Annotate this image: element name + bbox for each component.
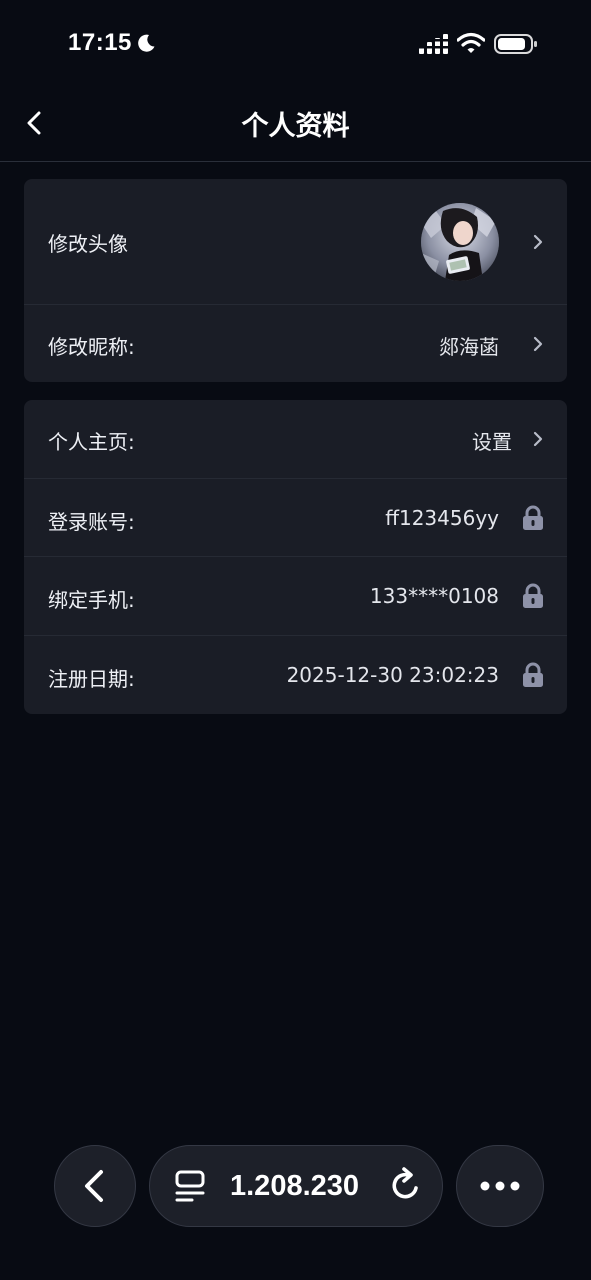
login-account-value: ff123456yy <box>385 506 499 530</box>
bound-phone-label: 绑定手机: <box>48 588 135 612</box>
moon-icon <box>138 34 155 52</box>
row-login-account: 登录账号: ff123456yy <box>24 478 567 557</box>
wifi-icon <box>457 32 485 53</box>
more-icon <box>480 1181 520 1191</box>
reload-icon[interactable] <box>388 1166 424 1204</box>
lock-icon <box>523 583 543 608</box>
back-icon <box>85 1170 103 1202</box>
row-bound-phone: 绑定手机: 133****0108 <box>24 556 567 636</box>
lock-icon <box>523 505 543 530</box>
battery-icon <box>494 34 537 54</box>
chevron-right-icon <box>533 431 543 447</box>
nav-bar: 个人资料 <box>0 86 591 162</box>
profile-card-basic: 修改头像 修改昵称: 郯海菡 <box>24 179 567 382</box>
chevron-right-icon <box>533 336 543 352</box>
address-bar[interactable]: 1.208.230 <box>149 1145 443 1227</box>
lock-icon <box>523 662 543 687</box>
register-date-value: 2025-12-30 23:02:23 <box>286 663 499 687</box>
change-nickname-label: 修改昵称: <box>48 335 135 359</box>
row-register-date: 注册日期: 2025-12-30 23:02:23 <box>24 635 567 714</box>
page-title: 个人资料 <box>241 111 350 142</box>
url-text: 1.208.230 <box>230 1170 360 1202</box>
homepage-label: 个人主页: <box>48 430 135 454</box>
bound-phone-value: 133****0108 <box>369 584 499 608</box>
status-bar: 17:15 <box>0 0 591 86</box>
login-account-label: 登录账号: <box>48 510 135 534</box>
profile-card-account: 个人主页: 设置 登录账号: ff123456yy 绑定手机: 133****0… <box>24 400 567 714</box>
browser-toolbar: 1.208.230 <box>0 1140 591 1230</box>
signal-icon <box>419 34 449 54</box>
avatar-image <box>421 203 499 281</box>
change-avatar-label: 修改头像 <box>48 232 128 256</box>
homepage-value: 设置 <box>472 430 512 454</box>
avatar[interactable] <box>421 203 499 281</box>
row-change-nickname[interactable]: 修改昵称: 郯海菡 <box>24 304 567 382</box>
register-date-label: 注册日期: <box>48 667 135 691</box>
nickname-value: 郯海菡 <box>439 335 499 359</box>
chevron-right-icon <box>533 234 543 250</box>
row-homepage[interactable]: 个人主页: 设置 <box>24 400 567 478</box>
row-change-avatar[interactable]: 修改头像 <box>24 179 567 304</box>
tabs-icon <box>175 1170 205 1202</box>
browser-back-button[interactable] <box>54 1145 136 1227</box>
status-time: 17:15 <box>68 29 132 56</box>
more-button[interactable] <box>456 1145 544 1227</box>
